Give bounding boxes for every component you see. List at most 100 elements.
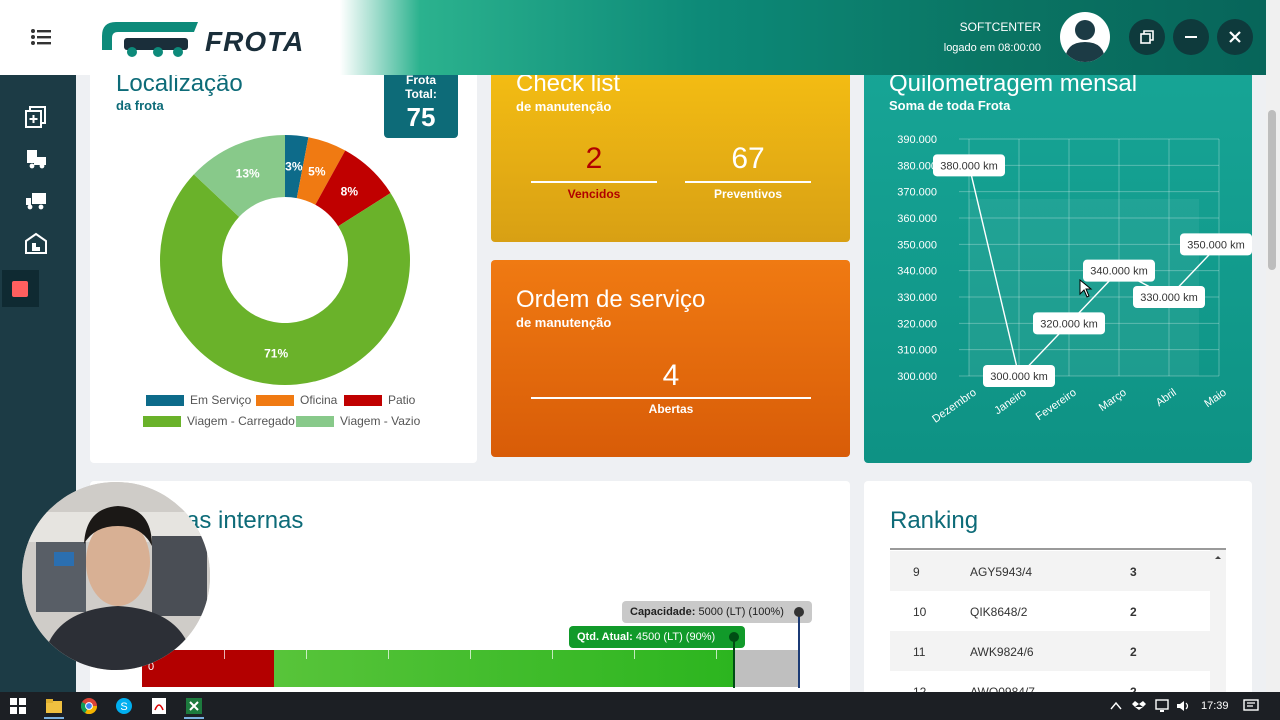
legend-label: Viagem - Vazio	[340, 414, 421, 428]
ranking-row[interactable]: 10 QIK8648/2 2	[890, 591, 1210, 631]
legend-label: Patio	[388, 393, 416, 407]
x-tick-label: Janeiro	[992, 387, 1028, 418]
x-tick-label: Fevereiro	[1034, 387, 1079, 423]
data-point-label: 380.000 km	[933, 154, 1005, 177]
divider	[531, 397, 811, 399]
current-marker-dot	[729, 632, 739, 642]
rank-count: 2	[1130, 645, 1137, 659]
close-button[interactable]	[1217, 19, 1253, 55]
truck-document-icon[interactable]	[22, 145, 50, 173]
ranking-row[interactable]: 9 AGY5943/4 3	[890, 551, 1210, 591]
windows-taskbar: S 17:39	[0, 692, 1280, 720]
x-tick-label: Março	[1097, 387, 1129, 414]
skype-icon[interactable]: S	[116, 698, 132, 714]
volume-icon[interactable]	[1176, 699, 1192, 713]
avatar[interactable]	[1060, 12, 1110, 62]
rank-plate: AWK9824/6	[970, 645, 1034, 659]
data-label-text: 350.000 km	[1187, 239, 1244, 251]
data-point-label: 340.000 km	[1083, 259, 1155, 282]
windows-start-icon[interactable]	[10, 698, 26, 714]
y-tick-label: 390.000	[897, 134, 937, 146]
ranking-title: Ranking	[890, 507, 979, 534]
login-time: logado em 08:00:00	[943, 42, 1041, 54]
donut-slice-label: 5%	[308, 165, 326, 179]
location-donut-chart: 3% 5% 8% 71% 13%	[160, 135, 410, 385]
fleet-total-label-2: Total:	[405, 87, 437, 101]
brand-name: FROTA	[205, 26, 305, 57]
gauge-tick	[388, 650, 389, 659]
restore-window-button[interactable]	[1129, 19, 1165, 55]
page-scrollbar[interactable]	[1266, 0, 1280, 692]
open-orders-value: 4	[662, 359, 680, 392]
data-point-label: 300.000 km	[983, 365, 1055, 387]
donut-slice-label: 71%	[264, 347, 288, 361]
rank-plate: QIK8648/2	[970, 605, 1028, 619]
top-bar: FROTA SOFTCENTER logado em 08:00:00	[0, 0, 1266, 75]
dropbox-icon[interactable]	[1132, 699, 1146, 713]
capacity-tooltip: Capacidade: 5000 (LT) (100%)	[622, 601, 812, 623]
fleet-total-label-1: Frota	[406, 73, 436, 87]
legend-item[interactable]: Viagem - Carregado	[143, 414, 295, 428]
data-point-label: 350.000 km	[1180, 233, 1252, 256]
legend-swatch	[143, 415, 181, 427]
preventive-value: 67	[731, 142, 765, 175]
tank-gauge-ticks	[142, 650, 800, 660]
x-tick-label: Dezembro	[930, 387, 978, 426]
scroll-up-icon[interactable]	[1210, 551, 1226, 563]
current-quantity-tooltip: Qtd. Atual: 4500 (LT) (90%)	[569, 626, 745, 648]
y-tick-label: 340.000	[897, 266, 937, 278]
rank-position: 10	[913, 605, 927, 619]
capacity-value: 5000 (LT) (100%)	[698, 606, 784, 618]
ranking-scrollbar[interactable]	[1210, 550, 1226, 692]
mileage-line-chart: 390.000 380.000 370.000 360.000 350.000 340.0…	[897, 134, 1252, 426]
notifications-icon[interactable]	[1243, 699, 1259, 713]
capacity-marker-dot	[794, 607, 804, 617]
pdf-icon[interactable]	[151, 698, 167, 714]
data-label-text: 340.000 km	[1090, 266, 1147, 278]
y-tick-label: 330.000	[897, 292, 937, 304]
menu-icon[interactable]	[30, 28, 52, 46]
tray-expand-icon[interactable]	[1110, 701, 1122, 711]
overdue-value: 2	[585, 142, 603, 175]
service-orders-title: Ordem de serviço	[516, 286, 706, 313]
y-tick-label: 300.000	[897, 371, 937, 383]
legend-item[interactable]: Viagem - Vazio	[296, 414, 420, 428]
data-label-text: 320.000 km	[1040, 318, 1097, 330]
rank-count: 2	[1130, 605, 1137, 619]
current-value: 4500 (LT) (90%)	[635, 631, 716, 643]
legend-label: Em Serviço	[190, 393, 252, 407]
checklist-card: Check list de manutenção 2 Vencidos 67 P…	[491, 62, 850, 242]
y-tick-label: 370.000	[897, 187, 937, 199]
truck-icon[interactable]	[22, 187, 50, 215]
close-icon	[1229, 31, 1241, 43]
rank-count: 3	[1130, 565, 1137, 579]
gauge-tick	[470, 650, 471, 659]
legend-swatch	[146, 394, 184, 406]
active-indicator	[44, 717, 64, 719]
svg-text:S: S	[120, 701, 127, 713]
mileage-subtitle: Soma de toda Frota	[889, 98, 1011, 113]
stop-icon[interactable]	[6, 275, 34, 303]
add-document-icon[interactable]	[22, 103, 50, 131]
legend-swatch	[256, 394, 294, 406]
y-tick-label: 360.000	[897, 213, 937, 225]
data-point-label: 320.000 km	[1033, 312, 1105, 335]
capacity-marker	[798, 611, 800, 688]
legend-item[interactable]: Oficina	[256, 393, 337, 407]
excel-icon[interactable]	[186, 698, 202, 714]
chrome-icon[interactable]	[81, 698, 97, 714]
network-icon[interactable]	[1154, 699, 1170, 713]
legend-label: Viagem - Carregado	[187, 414, 295, 428]
ranking-row[interactable]: 11 AWK9824/6 2	[890, 631, 1210, 671]
file-explorer-icon[interactable]	[46, 698, 62, 714]
minimize-button[interactable]	[1173, 19, 1209, 55]
clock: 17:39	[1201, 700, 1229, 712]
legend-item[interactable]: Patio	[344, 393, 415, 407]
user-name: SOFTCENTER	[959, 20, 1041, 34]
divider	[685, 181, 811, 183]
ranking-divider	[890, 548, 1226, 550]
warehouse-icon[interactable]	[22, 229, 50, 257]
page-scroll-thumb[interactable]	[1268, 110, 1276, 270]
legend-item[interactable]: Em Serviço	[146, 393, 251, 407]
open-orders-label: Abertas	[648, 402, 694, 416]
